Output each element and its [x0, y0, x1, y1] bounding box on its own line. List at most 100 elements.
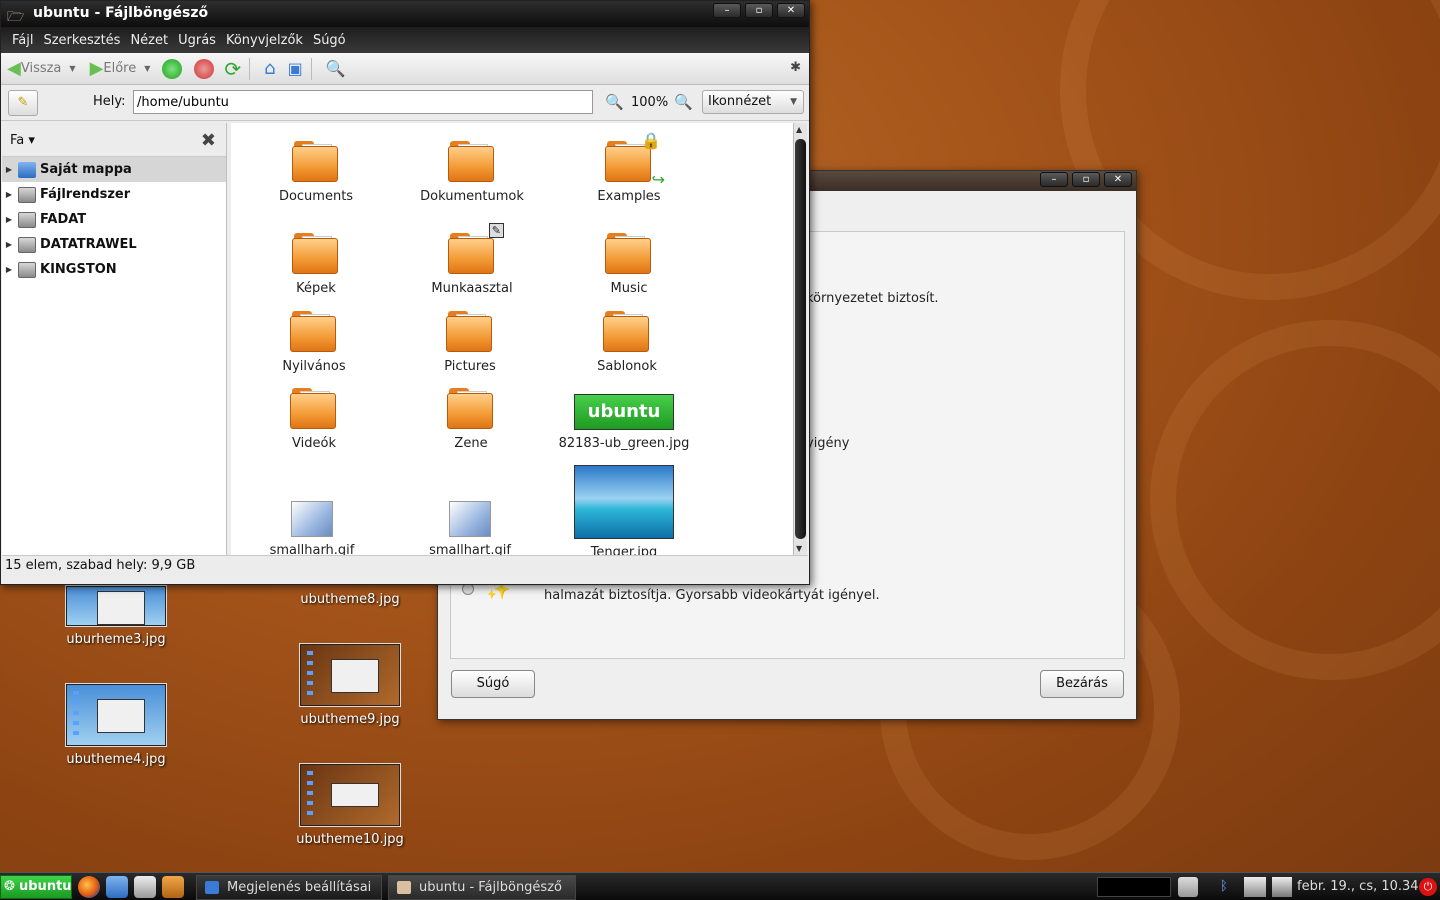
close-dialog-button[interactable]: Bezárás [1040, 670, 1124, 698]
file-item-smallharh[interactable]: smallharh.gif [234, 501, 390, 555]
expander-icon[interactable]: ▶ [2, 240, 16, 249]
workspace-switcher[interactable] [1097, 877, 1171, 897]
expander-icon[interactable]: ▶ [2, 190, 16, 199]
toggle-location-button[interactable]: ✎ [8, 90, 38, 116]
expander-icon[interactable]: ▶ [2, 165, 16, 174]
chevron-down-icon[interactable]: ▼ [69, 64, 75, 73]
desktop-icon-ubutheme3[interactable]: uburheme3.jpg [51, 586, 181, 647]
maximize-button[interactable]: ▫ [1072, 172, 1100, 187]
sidebar-item-home[interactable]: ▶ Saját mappa [2, 157, 226, 182]
menu-help[interactable]: Súgó [308, 33, 351, 48]
trash-icon[interactable] [1178, 877, 1198, 897]
search-icon[interactable]: 🔍 [326, 59, 346, 78]
menu-file[interactable]: Fájl [7, 33, 38, 48]
task-file-browser[interactable]: ubuntu - Fájlböngésző [388, 875, 576, 900]
file-item-kepek[interactable]: Képek [238, 233, 394, 296]
chevron-down-icon[interactable]: ▼ [144, 64, 150, 73]
toolbar: ◀ Vissza ▼ ▶ Előre ▼ ⟳ ⌂ ▣ 🔍 ✱ [1, 53, 809, 85]
file-manager-launcher-icon[interactable] [106, 876, 128, 898]
location-input[interactable] [133, 90, 593, 114]
minimize-button[interactable]: – [713, 3, 741, 18]
maximize-button[interactable]: ▫ [745, 3, 773, 18]
volume-icon[interactable] [1272, 877, 1292, 897]
scroll-up-icon[interactable]: ▲ [796, 125, 802, 134]
zoom-in-icon[interactable]: 🔍 [674, 93, 693, 111]
vertical-scrollbar[interactable]: ▲ ▼ [793, 123, 807, 555]
network-icon[interactable] [1244, 877, 1266, 897]
minimize-button[interactable]: – [1040, 172, 1068, 187]
sidebar-type-select[interactable]: Fa ▾ [10, 133, 35, 148]
toolbar-separator [310, 57, 312, 80]
image-thumbnail [449, 501, 491, 537]
view-mode-select[interactable]: Ikonnézet ▼ [702, 90, 804, 114]
expander-icon[interactable]: ▶ [2, 265, 16, 274]
computer-icon[interactable]: ▣ [288, 59, 303, 78]
toolbar-separator [249, 57, 251, 80]
desktop-icon-label: ubutheme8.jpg [300, 592, 400, 607]
close-button[interactable]: ✕ [1104, 172, 1132, 187]
zoom-out-icon[interactable]: 🔍 [605, 93, 624, 111]
folder-icon [292, 233, 340, 275]
back-button[interactable]: ◀ Vissza ▼ [7, 58, 76, 79]
firefox-icon[interactable] [78, 876, 100, 898]
file-item-dokumentumok[interactable]: Dokumentumok [394, 141, 550, 204]
file-item-examples[interactable]: 🔒 ↪ Examples [551, 131, 707, 204]
file-item-documents[interactable]: Documents [238, 141, 394, 204]
folder-icon [446, 311, 494, 353]
forward-button[interactable]: ▶ Előre ▼ [90, 58, 151, 79]
desktop-icon-ubutheme8[interactable]: ubutheme8.jpg [285, 592, 415, 607]
power-icon[interactable]: ⏻ [1419, 878, 1437, 896]
file-item-nyilvanos[interactable]: Nyilvános [236, 311, 392, 374]
help-button[interactable]: Súgó [451, 670, 535, 698]
home-icon[interactable]: ⌂ [264, 58, 275, 79]
file-item-munkaasztal[interactable]: ✎ Munkaasztal [394, 223, 550, 296]
desktop-icon-ubutheme9[interactable]: ubutheme9.jpg [285, 644, 415, 727]
sidebar-item-datatrawel[interactable]: ▶ DATATRAWEL [2, 232, 226, 257]
sidebar: Fa ▾ ✖ ▶ Saját mappa ▶ Fájlrendszer ▶ FA… [2, 123, 227, 555]
sidebar-item-kingston[interactable]: ▶ KINGSTON [2, 257, 226, 282]
folder-icon [290, 311, 338, 353]
bluetooth-icon[interactable]: ᛒ [1220, 877, 1228, 897]
desktop-icon-ubutheme10[interactable]: ubutheme10.jpg [285, 764, 415, 847]
desktop-icon-label: ubutheme10.jpg [296, 832, 404, 847]
image-thumbnail [300, 764, 400, 826]
expander-icon[interactable]: ▶ [2, 215, 16, 224]
task-appearance[interactable]: Megjelenés beállításai [196, 875, 382, 900]
close-button[interactable]: ✕ [777, 3, 805, 18]
menu-view[interactable]: Nézet [125, 33, 173, 48]
window-titlebar[interactable]: 🗁 ubuntu - Fájlböngésző – ▫ ✕ [1, 1, 809, 27]
file-item-smallhart[interactable]: smallhart.gif [392, 501, 548, 555]
folder-icon [448, 141, 496, 183]
menu-edit[interactable]: Szerkesztés [38, 33, 125, 48]
clock[interactable]: febr. 19., cs, 10.34 [1297, 877, 1419, 897]
effect-description: környezetet biztosít. [806, 291, 939, 306]
desktop-icon-ubutheme4[interactable]: ubutheme4.jpg [51, 684, 181, 767]
chevron-down-icon: ▼ [790, 97, 797, 107]
file-item-music[interactable]: Music [551, 233, 707, 296]
menu-bookmarks[interactable]: Könyvjelzők [221, 33, 308, 48]
file-item-sablonok[interactable]: Sablonok [549, 311, 705, 374]
folder-icon [292, 141, 340, 183]
show-desktop-icon[interactable] [162, 876, 184, 898]
throbber-icon: ✱ [790, 60, 801, 75]
close-sidebar-icon[interactable]: ✖ [201, 130, 216, 151]
stop-icon[interactable] [194, 58, 215, 79]
file-item-ub-green[interactable]: ubuntu 82183-ub_green.jpg [546, 394, 702, 451]
home-launcher-icon[interactable] [134, 876, 156, 898]
scroll-down-icon[interactable]: ▼ [796, 544, 802, 553]
reload-icon[interactable]: ⟳ [224, 57, 241, 81]
file-item-videok[interactable]: Videók [236, 388, 392, 451]
sidebar-item-filesystem[interactable]: ▶ Fájlrendszer [2, 182, 226, 207]
ubuntu-menu-button[interactable]: ❂ ubuntu [0, 875, 72, 899]
drive-icon [18, 186, 36, 203]
scrollbar-thumb[interactable] [795, 139, 806, 539]
sidebar-item-fadat[interactable]: ▶ FADAT [2, 207, 226, 232]
file-item-zene[interactable]: Zene [393, 388, 549, 451]
file-item-tenger[interactable]: Tenger.jpg [546, 465, 702, 555]
up-icon[interactable] [162, 58, 183, 79]
file-item-pictures[interactable]: Pictures [392, 311, 548, 374]
folder-icon [603, 311, 651, 353]
menu-bar: Fájl Szerkesztés Nézet Ugrás Könyvjelzők… [1, 27, 809, 53]
menu-go[interactable]: Ugrás [173, 33, 221, 48]
sidebar-header: Fa ▾ ✖ [2, 123, 226, 157]
